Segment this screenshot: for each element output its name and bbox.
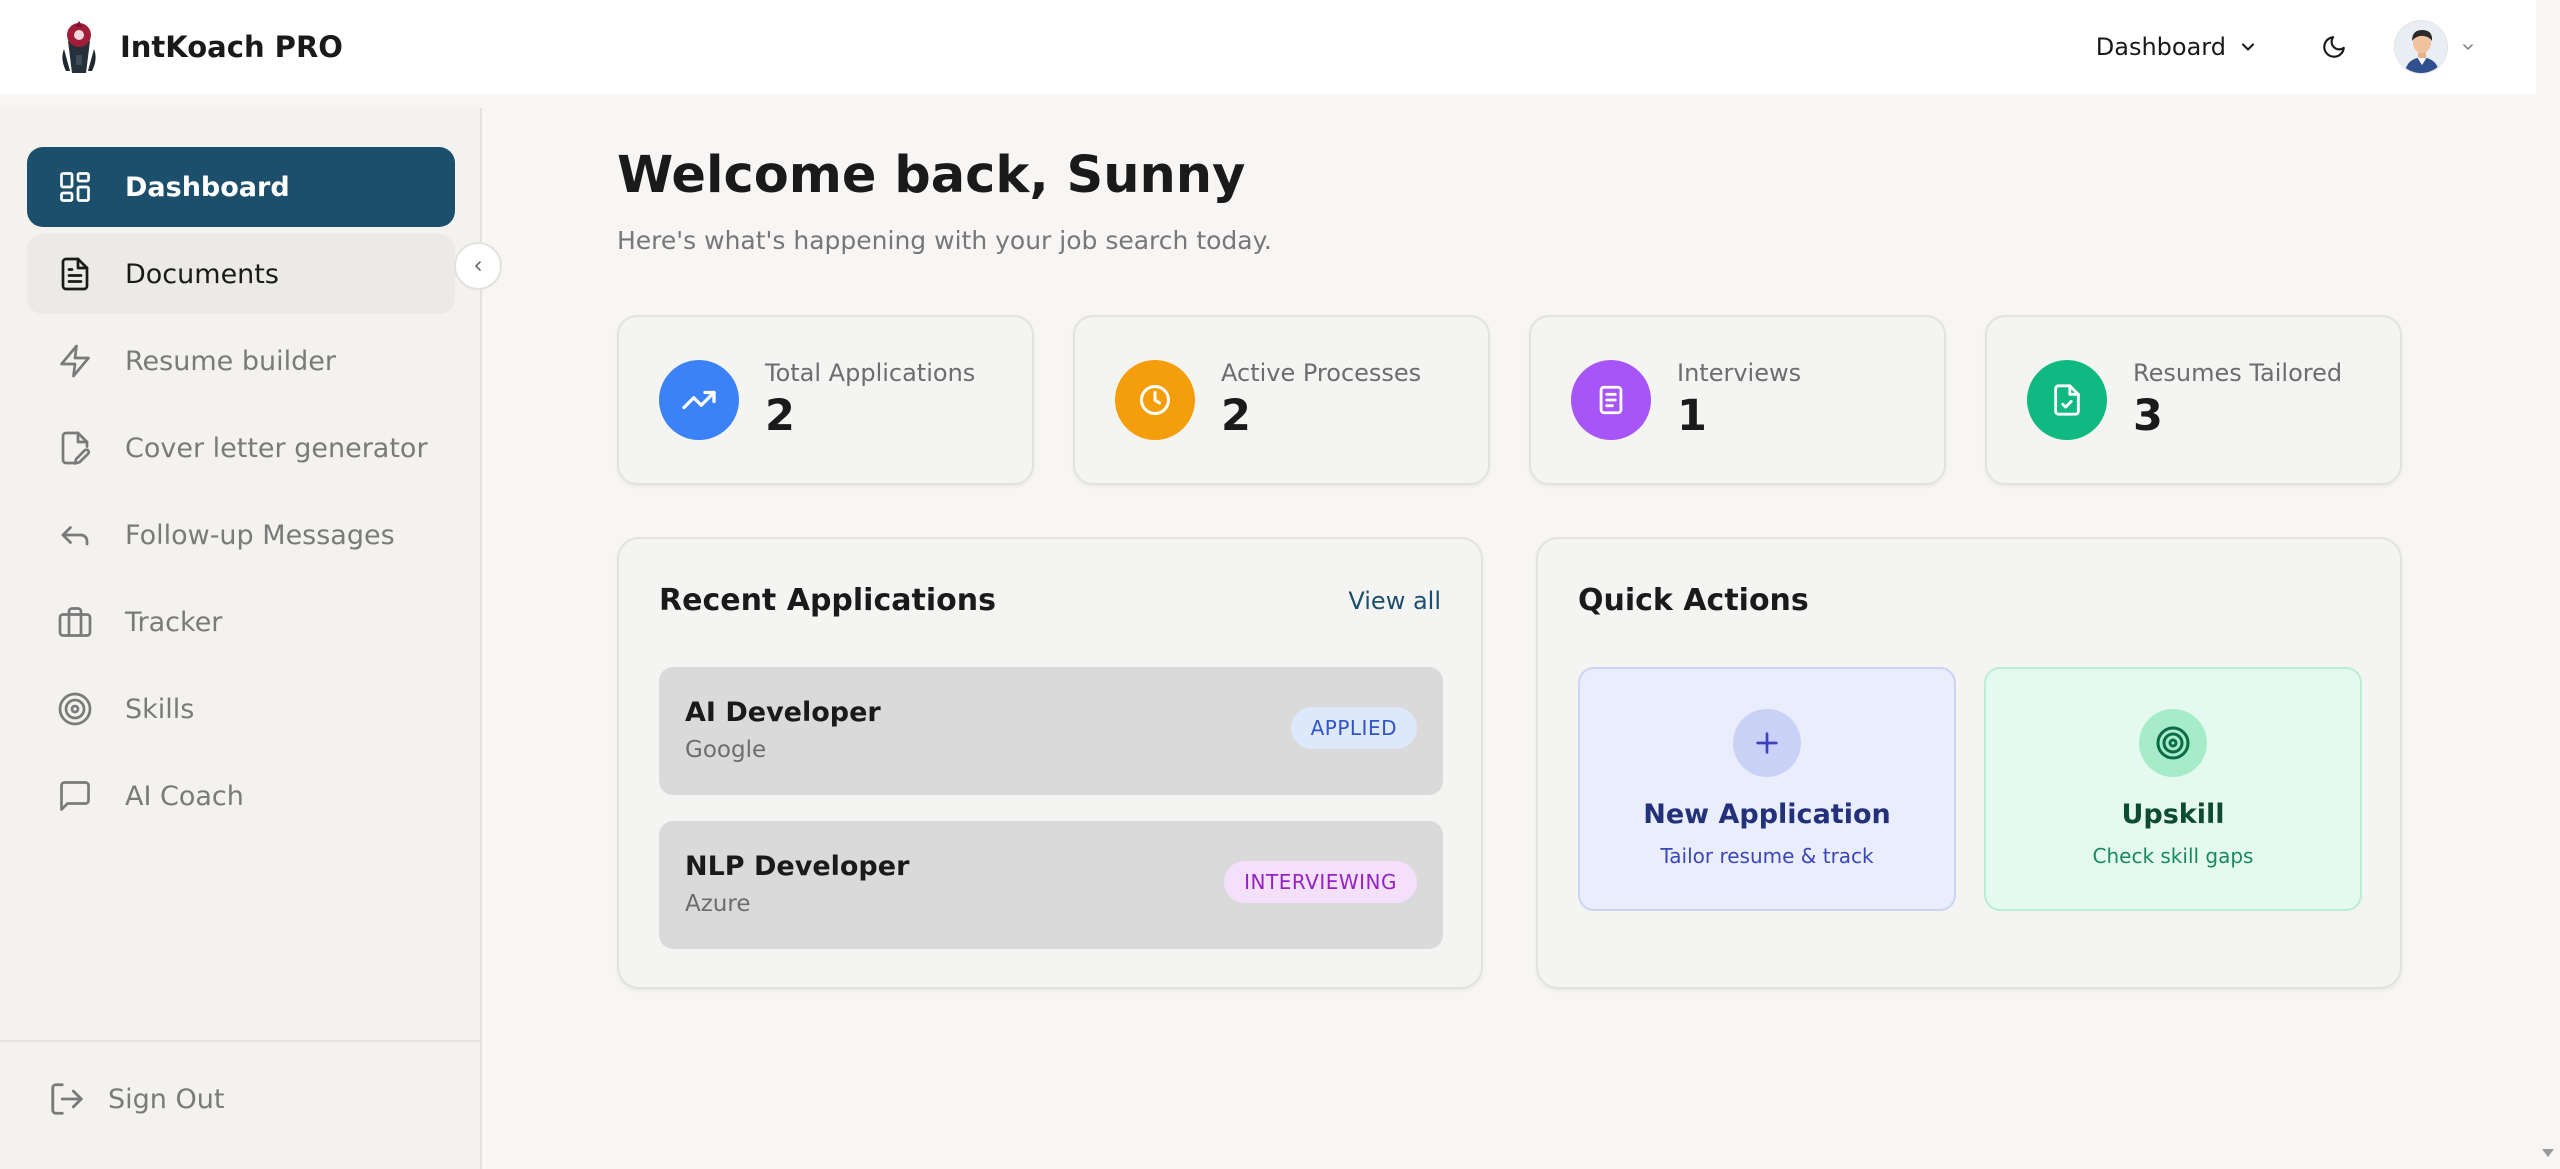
quick-action-title: New Application (1643, 799, 1891, 830)
sidebar-item-resume-builder[interactable]: Resume builder (27, 321, 455, 401)
stat-card-interviews: Interviews 1 (1529, 315, 1946, 485)
stat-value: 3 (2133, 391, 2163, 441)
sidebar-item-label: Skills (125, 693, 195, 725)
stat-value: 2 (1221, 391, 1251, 441)
sidebar-item-follow-up-messages[interactable]: Follow-up Messages (27, 495, 455, 575)
sidebar-item-label: AI Coach (125, 780, 244, 812)
moon-icon (2323, 36, 2345, 58)
top-header: IntKoach PRO Dashboard (0, 0, 2536, 94)
target-icon (2139, 709, 2207, 777)
quick-actions-panel: Quick Actions New Application Tailor res… (1536, 537, 2402, 989)
log-out-icon (48, 1080, 86, 1118)
dashboard-dropdown[interactable]: Dashboard (2096, 33, 2258, 61)
clock-icon (1115, 360, 1195, 440)
scroll-down-arrow-icon[interactable] (2540, 1144, 2556, 1163)
sidebar: Dashboard Documents Resume builder Cover… (0, 108, 482, 1169)
sidebar-item-label: Tracker (125, 606, 223, 638)
upskill-button[interactable]: Upskill Check skill gaps (1984, 667, 2362, 911)
target-icon (55, 689, 95, 729)
sidebar-item-dashboard[interactable]: Dashboard (27, 147, 455, 227)
status-badge: INTERVIEWING (1224, 861, 1417, 903)
sidebar-item-tracker[interactable]: Tracker (27, 582, 455, 662)
collapse-sidebar-button[interactable] (454, 242, 502, 290)
page-subtitle: Here's what's happening with your job se… (617, 226, 1272, 255)
chevron-down-icon (2241, 43, 2255, 51)
application-row[interactable]: NLP Developer Azure INTERVIEWING (659, 821, 1443, 949)
status-badge: APPLIED (1290, 707, 1417, 749)
theme-toggle-button[interactable] (2314, 27, 2354, 67)
brand[interactable]: IntKoach PRO (56, 19, 343, 75)
brand-logo-icon (62, 21, 96, 73)
file-check-icon (2027, 360, 2107, 440)
application-row[interactable]: AI Developer Google APPLIED (659, 667, 1443, 795)
file-pen-icon (55, 428, 95, 468)
sidebar-item-label: Cover letter generator (125, 432, 428, 464)
stat-label: Active Processes (1221, 359, 1422, 387)
stat-card-resumes-tailored: Resumes Tailored 3 (1985, 315, 2402, 485)
quick-action-subtitle: Check skill gaps (2092, 844, 2254, 868)
chevron-left-icon (475, 261, 481, 271)
app-name: IntKoach PRO (120, 30, 343, 64)
sidebar-item-label: Documents (125, 258, 279, 290)
panel-title: Quick Actions (1578, 583, 1809, 618)
plus-icon (1733, 709, 1801, 777)
sidebar-item-cover-letter-generator[interactable]: Cover letter generator (27, 408, 455, 488)
sidebar-item-ai-coach[interactable]: AI Coach (27, 756, 455, 836)
stat-value: 1 (1677, 391, 1707, 441)
panel-title: Recent Applications (659, 583, 996, 618)
stat-label: Interviews (1677, 359, 1802, 387)
page-title: Welcome back, Sunny (617, 146, 1246, 205)
application-title: AI Developer (685, 697, 881, 728)
recent-applications-panel: Recent Applications View all AI Develope… (617, 537, 1483, 989)
sidebar-item-skills[interactable]: Skills (27, 669, 455, 749)
application-company: Azure (685, 891, 751, 917)
stat-label: Total Applications (765, 359, 976, 387)
user-menu[interactable] (2394, 20, 2476, 74)
briefcase-icon (55, 602, 95, 642)
sidebar-item-label: Follow-up Messages (125, 519, 395, 551)
new-application-button[interactable]: New Application Tailor resume & track (1578, 667, 1956, 911)
book-icon (1571, 360, 1651, 440)
sidebar-item-label: Dashboard (125, 171, 290, 203)
quick-action-subtitle: Tailor resume & track (1660, 844, 1874, 868)
trending-up-icon (659, 360, 739, 440)
sign-out-button[interactable]: Sign Out (48, 1080, 224, 1118)
message-square-icon (55, 776, 95, 816)
stat-card-active-processes: Active Processes 2 (1073, 315, 1490, 485)
stat-label: Resumes Tailored (2133, 359, 2343, 387)
layout-grid-icon (55, 167, 95, 207)
sidebar-item-documents[interactable]: Documents (27, 234, 455, 314)
zap-icon (55, 341, 95, 381)
application-title: NLP Developer (685, 851, 910, 882)
application-company: Google (685, 737, 767, 763)
stat-value: 2 (765, 391, 795, 441)
dashboard-dropdown-label: Dashboard (2095, 33, 2226, 61)
sign-out-label: Sign Out (108, 1083, 225, 1115)
view-all-link[interactable]: View all (1348, 587, 1441, 615)
sidebar-divider (0, 1040, 482, 1042)
sidebar-item-label: Resume builder (125, 345, 336, 377)
avatar (2394, 20, 2448, 74)
reply-icon (55, 515, 95, 555)
chevron-down-icon (2463, 44, 2473, 50)
file-text-icon (55, 254, 95, 294)
quick-action-title: Upskill (2121, 799, 2225, 830)
stat-card-total-applications: Total Applications 2 (617, 315, 1034, 485)
